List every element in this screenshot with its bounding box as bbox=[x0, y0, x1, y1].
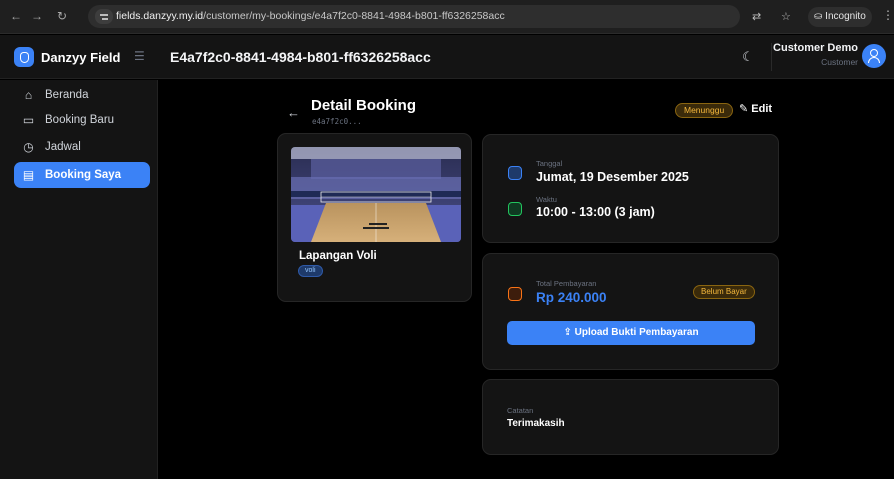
pencil-icon: ✎ bbox=[739, 103, 749, 115]
date-label: Tanggal bbox=[536, 159, 563, 168]
sidebar-item-label: Booking Saya bbox=[45, 169, 122, 181]
payment-label: Total Pembayaran bbox=[536, 279, 597, 288]
avatar[interactable] bbox=[862, 44, 886, 68]
sport-tag: voli bbox=[298, 265, 323, 277]
calendar-icon: ▭ bbox=[22, 112, 35, 127]
site-info-icon[interactable] bbox=[95, 9, 113, 24]
bookmark-star-icon[interactable]: ☆ bbox=[781, 10, 791, 23]
venue-card: Lapangan Voli voli bbox=[277, 133, 472, 302]
volleyball-court-image bbox=[291, 147, 461, 242]
time-value: 10:00 - 13:00 (3 jam) bbox=[536, 205, 655, 219]
document-icon: ▤ bbox=[22, 167, 35, 182]
home-icon: ⌂ bbox=[24, 87, 33, 102]
clock-icon bbox=[508, 202, 522, 216]
upload-icon: ⇪ bbox=[563, 327, 575, 338]
page-header-title: E4a7f2c0-8841-4984-b801-ff6326258acc bbox=[170, 49, 431, 65]
payment-status-badge: Belum Bayar bbox=[693, 285, 755, 299]
header-divider bbox=[771, 43, 772, 71]
user-name: Customer Demo bbox=[773, 42, 858, 54]
time-label: Waktu bbox=[536, 195, 557, 204]
sidebar-item-label: Booking Baru bbox=[45, 114, 115, 126]
browser-menu-icon[interactable]: ⋮ bbox=[882, 8, 894, 22]
upload-label: Upload Bukti Pembayaran bbox=[574, 327, 699, 338]
brand[interactable]: Danzyy Field bbox=[14, 47, 120, 67]
address-bar[interactable]: fields.danzyy.my.id/customer/my-bookings… bbox=[88, 5, 740, 28]
user-role: Customer bbox=[821, 57, 858, 67]
menu-icon[interactable]: ☰ bbox=[134, 49, 145, 63]
location-pin-icon bbox=[14, 47, 34, 67]
sidebar-item-label: Jadwal bbox=[45, 141, 81, 153]
sidebar-item-booking-saya[interactable]: ▤ Booking Saya bbox=[14, 162, 150, 188]
moon-icon[interactable]: ☾ bbox=[740, 49, 756, 65]
main-content: ← Detail Booking e4a7f2c0... Menunggu ✎ … bbox=[159, 80, 894, 479]
date-value: Jumat, 19 Desember 2025 bbox=[536, 170, 689, 184]
url-text: fields.danzyy.my.id/customer/my-bookings… bbox=[116, 10, 505, 22]
credit-card-icon bbox=[508, 287, 522, 301]
sidebar-item-booking-baru[interactable]: ▭ Booking Baru bbox=[14, 107, 150, 133]
app-header: Danzyy Field ☰ E4a7f2c0-8841-4984-b801-f… bbox=[0, 35, 894, 79]
sidebar-item-beranda[interactable]: ⌂ Beranda bbox=[14, 82, 150, 108]
incognito-icon: ⛀ bbox=[814, 11, 826, 22]
page-title: Detail Booking bbox=[311, 97, 417, 114]
status-badge: Menunggu bbox=[675, 103, 734, 118]
back-icon[interactable]: ← bbox=[9, 9, 23, 23]
venue-name: Lapangan Voli bbox=[299, 250, 377, 262]
brand-name: Danzyy Field bbox=[41, 49, 121, 65]
calendar-icon bbox=[508, 166, 522, 180]
url-host: fields.danzyy.my.id bbox=[116, 10, 204, 22]
incognito-label: Incognito bbox=[825, 11, 866, 22]
booking-id-short: e4a7f2c0... bbox=[312, 117, 362, 126]
note-value: Terimakasih bbox=[507, 418, 565, 429]
sidebar-item-label: Beranda bbox=[45, 89, 89, 101]
incognito-badge[interactable]: ⛀ Incognito bbox=[808, 7, 872, 27]
reload-icon[interactable]: ↻ bbox=[55, 9, 69, 23]
venue-image bbox=[291, 147, 461, 242]
back-arrow-icon[interactable]: ← bbox=[287, 105, 300, 120]
schedule-card: Tanggal Jumat, 19 Desember 2025 Waktu 10… bbox=[482, 134, 779, 243]
payment-amount: Rp 240.000 bbox=[536, 290, 607, 305]
sidebar: ⌂ Beranda ▭ Booking Baru ◷ Jadwal ▤ Book… bbox=[0, 80, 158, 479]
sidebar-item-jadwal[interactable]: ◷ Jadwal bbox=[14, 134, 150, 160]
edit-label: Edit bbox=[751, 103, 773, 115]
clock-icon: ◷ bbox=[23, 139, 34, 154]
note-card: Catatan Terimakasih bbox=[482, 379, 779, 455]
edit-button[interactable]: ✎ Edit bbox=[739, 102, 772, 115]
browser-chrome: ← → ↻ fields.danzyy.my.id/customer/my-bo… bbox=[0, 0, 894, 34]
url-path: /customer/my-bookings/e4a7f2c0-8841-4984… bbox=[203, 10, 505, 22]
upload-proof-button[interactable]: ⇪ Upload Bukti Pembayaran bbox=[507, 321, 755, 345]
translate-icon[interactable]: ⇄ bbox=[752, 10, 761, 23]
note-label: Catatan bbox=[507, 406, 534, 415]
payment-card: Total Pembayaran Rp 240.000 Belum Bayar … bbox=[482, 253, 779, 370]
forward-icon[interactable]: → bbox=[30, 9, 44, 23]
